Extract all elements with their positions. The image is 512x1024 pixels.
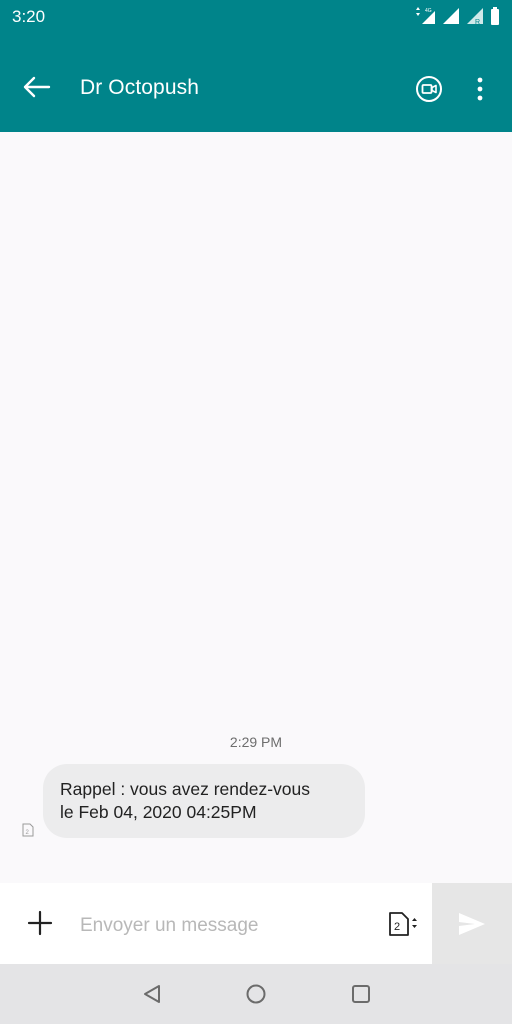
signal-r-icon: R: [467, 8, 483, 25]
message-text-line-1: Rappel : vous avez rendez-vous: [60, 779, 310, 799]
system-nav-bar: [0, 964, 512, 1024]
app-bar: Dr Octopush: [0, 38, 512, 132]
status-bar: 3:20 4G R: [0, 0, 512, 38]
nav-back-icon: [144, 985, 160, 1003]
incoming-message-bubble[interactable]: Rappel : vous avez rendez-vous le Feb 04…: [43, 764, 365, 838]
nav-recents-button[interactable]: [347, 980, 375, 1008]
video-call-icon: [416, 76, 442, 102]
svg-text:2: 2: [26, 830, 30, 836]
add-attachment-button[interactable]: [24, 907, 56, 939]
message-input[interactable]: [80, 911, 370, 941]
sim-2-icon: 2: [22, 823, 34, 837]
message-timestamp: 2:29 PM: [229, 734, 283, 750]
data-4g-icon: 4G: [416, 7, 435, 24]
sim-2-switch-icon: 2: [389, 912, 417, 936]
message-composer: 2: [0, 883, 512, 964]
more-options-button[interactable]: [466, 72, 494, 106]
more-vert-icon: [477, 77, 483, 101]
back-arrow-icon: [23, 76, 51, 98]
sim-select-button[interactable]: 2: [386, 909, 420, 939]
message-thread[interactable]: 2:29 PM Rappel : vous avez rendez-vous l…: [0, 132, 512, 883]
nav-recents-icon: [352, 985, 370, 1003]
send-icon: [459, 912, 485, 935]
signal-icon: [443, 8, 459, 24]
message-text-line-2: le Feb 04, 2020 04:25PM: [60, 802, 257, 822]
video-call-button[interactable]: [412, 72, 446, 106]
svg-text:4G: 4G: [425, 8, 432, 14]
svg-text:2: 2: [394, 921, 400, 933]
svg-text:R: R: [475, 19, 480, 25]
status-icons: 4G R: [414, 6, 500, 26]
nav-back-button[interactable]: [138, 980, 166, 1008]
conversation-title: Dr Octopush: [80, 76, 199, 99]
battery-icon: [491, 7, 499, 25]
status-time: 3:20: [12, 7, 46, 26]
nav-home-icon: [246, 984, 266, 1004]
back-button[interactable]: [20, 70, 54, 104]
nav-home-button[interactable]: [242, 980, 270, 1008]
plus-icon: [27, 910, 53, 936]
send-button[interactable]: [432, 883, 512, 964]
